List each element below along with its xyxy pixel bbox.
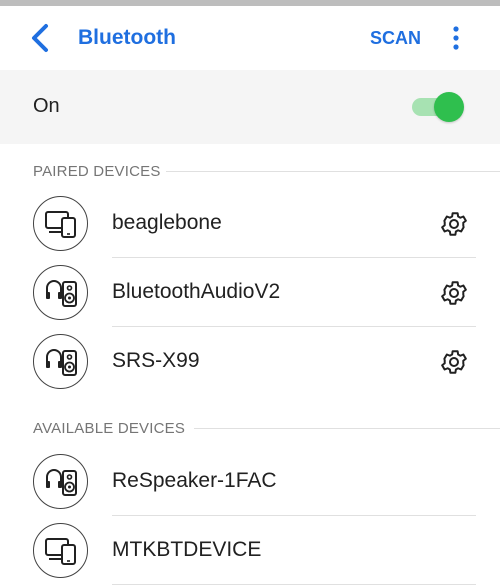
- headphones-speaker-icon: [45, 468, 77, 496]
- section-divider: [166, 171, 500, 172]
- device-avatar: [33, 334, 88, 389]
- device-settings-button[interactable]: [436, 344, 472, 380]
- device-avatar: [33, 265, 88, 320]
- bluetooth-toggle-row[interactable]: On: [0, 70, 500, 144]
- paired-device-row[interactable]: SRS-X99: [0, 327, 500, 396]
- phone-laptop-icon: [44, 537, 76, 565]
- device-avatar: [33, 523, 88, 578]
- device-avatar: [33, 196, 88, 251]
- paired-device-row[interactable]: BluetoothAudioV2: [0, 258, 500, 327]
- phone-laptop-icon: [44, 210, 76, 238]
- row-divider: [112, 584, 476, 585]
- paired-device-row[interactable]: beaglebone: [0, 189, 500, 258]
- gear-icon: [441, 212, 467, 236]
- bluetooth-switch[interactable]: [410, 92, 464, 122]
- available-device-row[interactable]: MTKBTDEVICE: [0, 516, 500, 585]
- gear-icon: [441, 350, 467, 374]
- page-title: Bluetooth: [78, 26, 176, 49]
- available-devices-header: AVAILABLE DEVICES: [0, 414, 500, 444]
- more-vert-icon: [453, 26, 459, 50]
- more-options-button[interactable]: [440, 20, 472, 56]
- available-device-row[interactable]: ReSpeaker-1FAC: [0, 447, 500, 516]
- section-title: AVAILABLE DEVICES: [33, 420, 186, 437]
- back-arrow-icon: [32, 24, 48, 52]
- gear-icon: [441, 281, 467, 305]
- device-avatar: [33, 454, 88, 509]
- toggle-label: On: [33, 95, 60, 117]
- device-name: ReSpeaker-1FAC: [112, 469, 277, 492]
- headphones-speaker-icon: [45, 279, 77, 307]
- device-name: MTKBTDEVICE: [112, 538, 262, 561]
- device-settings-button[interactable]: [436, 275, 472, 311]
- paired-devices-header: PAIRED DEVICES: [0, 157, 500, 187]
- headphones-speaker-icon: [45, 348, 77, 376]
- section-divider: [194, 428, 500, 429]
- scan-button[interactable]: SCAN: [370, 28, 421, 49]
- device-name: SRS-X99: [112, 349, 200, 372]
- device-name: BluetoothAudioV2: [112, 280, 281, 303]
- device-settings-button[interactable]: [436, 206, 472, 242]
- switch-thumb: [434, 92, 464, 122]
- app-bar: Bluetooth SCAN: [0, 6, 500, 70]
- section-title: PAIRED DEVICES: [33, 163, 161, 180]
- device-name: beaglebone: [112, 211, 222, 234]
- back-button[interactable]: [22, 20, 58, 56]
